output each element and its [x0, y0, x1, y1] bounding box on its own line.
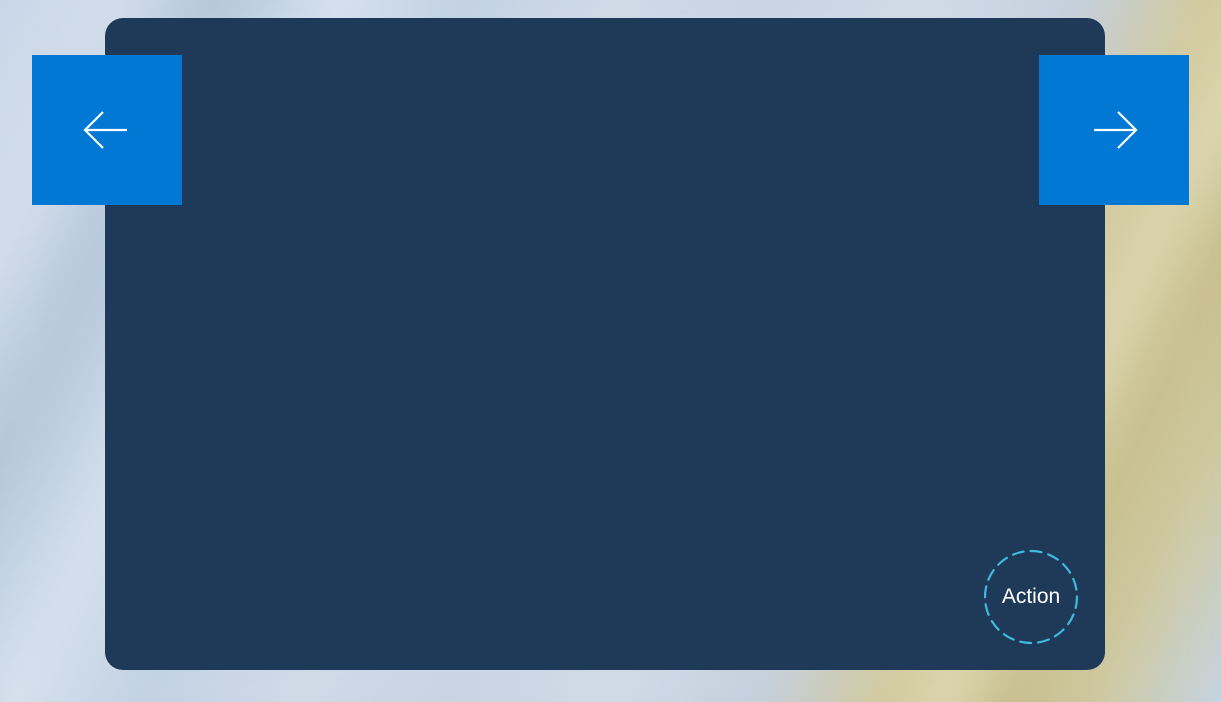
- step-card: [105, 18, 1105, 670]
- next-step-button[interactable]: [1039, 55, 1189, 205]
- action-button[interactable]: Action: [983, 549, 1079, 645]
- prev-step-button[interactable]: [32, 55, 182, 205]
- action-label: Action: [1002, 585, 1060, 609]
- arrow-right-icon: [1086, 102, 1142, 158]
- arrow-left-icon: [79, 102, 135, 158]
